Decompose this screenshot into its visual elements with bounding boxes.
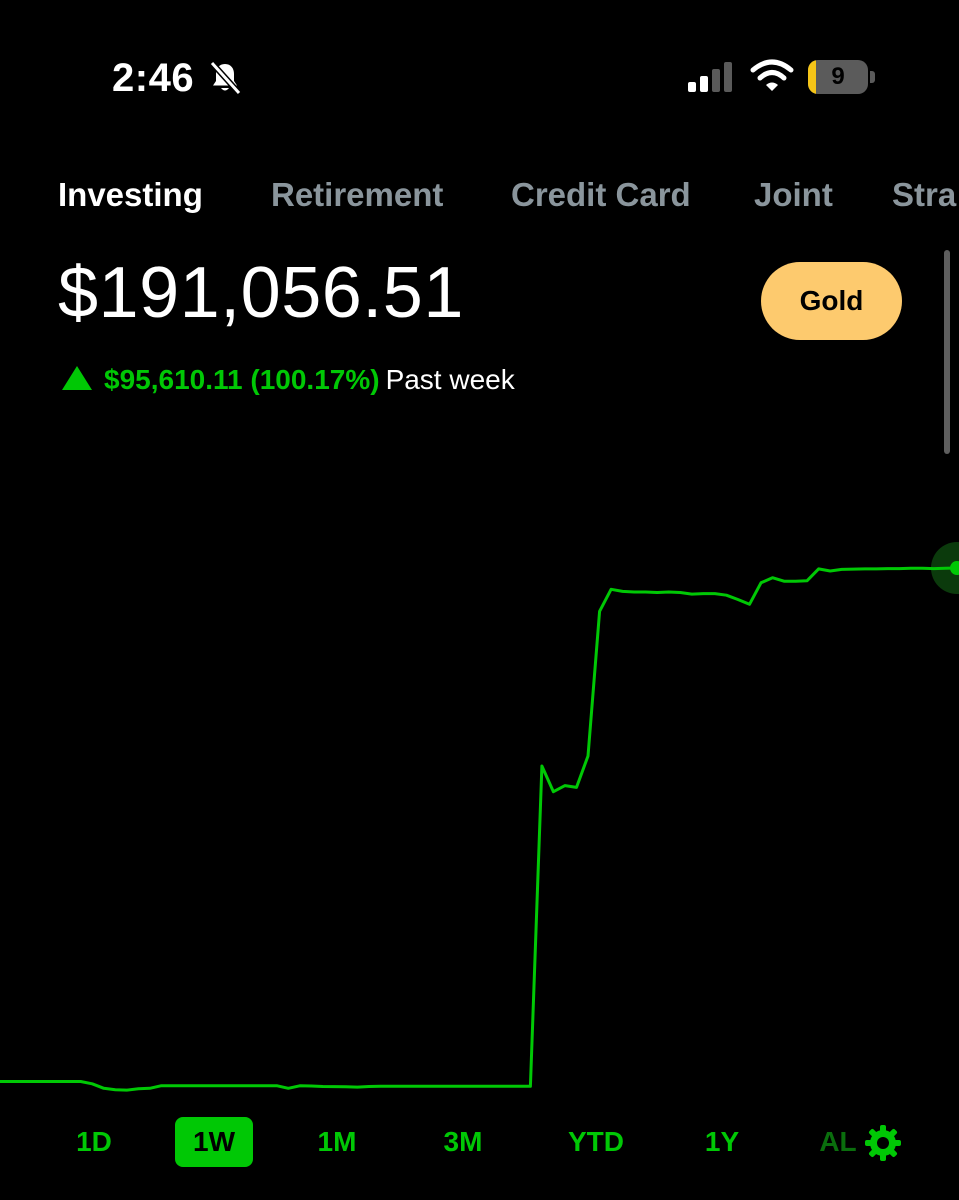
range-1m[interactable]: 1M: [318, 1117, 357, 1167]
portfolio-change: $95,610.11 (100.17%) Past week: [62, 364, 515, 404]
scroll-indicator[interactable]: [944, 250, 950, 454]
gold-button[interactable]: Gold: [761, 262, 902, 340]
bell-slash-icon: [209, 60, 242, 96]
account-tabs: Investing Retirement Credit Card Joint S…: [0, 168, 959, 228]
range-1y[interactable]: 1Y: [705, 1117, 739, 1167]
portfolio-chart[interactable]: [0, 520, 959, 1100]
change-value: $95,610.11 (100.17%): [104, 364, 380, 395]
tab-joint[interactable]: Joint: [754, 176, 833, 214]
chart-series-line: [0, 566, 958, 1092]
portfolio-balance: $191,056.51: [58, 253, 464, 333]
range-ytd[interactable]: YTD: [568, 1117, 624, 1167]
range-1w[interactable]: 1W: [175, 1117, 253, 1167]
gear-icon[interactable]: [864, 1124, 902, 1162]
time-range-selector: 1D 1W 1M 3M YTD 1Y AL: [0, 1115, 959, 1171]
tab-strategies[interactable]: Stra: [892, 176, 956, 214]
wifi-icon: [750, 59, 794, 91]
range-1d[interactable]: 1D: [76, 1117, 112, 1167]
tab-retirement[interactable]: Retirement: [271, 176, 443, 214]
status-bar: 2:46 9: [0, 0, 959, 140]
change-period: Past week: [385, 364, 515, 395]
battery-percentage: 9: [831, 63, 845, 90]
status-time: 2:46: [112, 56, 195, 100]
tab-investing[interactable]: Investing: [58, 176, 203, 214]
range-3m[interactable]: 3M: [444, 1117, 483, 1167]
tab-credit-card[interactable]: Credit Card: [511, 176, 691, 214]
up-arrow-icon: [62, 366, 92, 390]
range-all[interactable]: AL: [819, 1117, 856, 1167]
signal-icon: [688, 62, 732, 92]
battery-icon: 9: [808, 60, 876, 94]
